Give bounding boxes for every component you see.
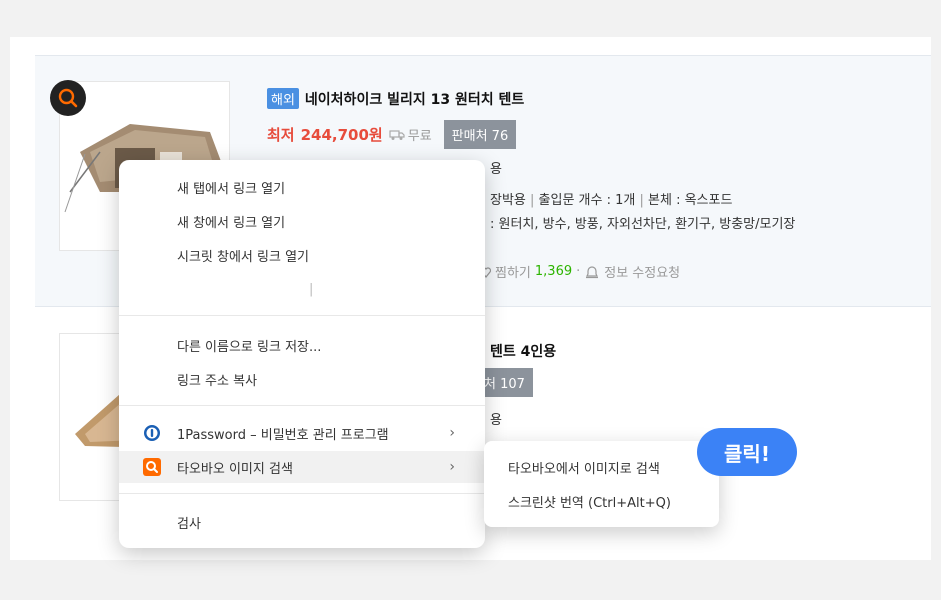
menu-divider	[119, 493, 485, 494]
bell-icon	[586, 265, 599, 278]
wishlist-label[interactable]: 찜하기	[495, 262, 531, 281]
menu-item-label: 새 창에서 링크 열기	[177, 215, 286, 231]
wishlist-count: 1,369	[534, 264, 573, 279]
text-cursor: |	[309, 282, 314, 297]
search-icon	[58, 88, 78, 108]
taobao-submenu: 타오바오에서 이미지로 검색 스크린샷 번역 (Ctrl+Alt+Q)	[484, 441, 719, 527]
menu-open-incognito[interactable]: 시크릿 창에서 링크 열기	[119, 239, 485, 271]
click-callout: 클릭!	[697, 428, 797, 476]
spec-material: 본체 : 옥스포드	[648, 193, 733, 208]
menu-divider	[119, 405, 485, 406]
menu-open-new-tab[interactable]: 새 탭에서 링크 열기	[119, 171, 485, 203]
menu-copy-link[interactable]: 링크 주소 복사	[119, 363, 485, 395]
truck-icon	[389, 129, 405, 140]
price-row: 최저 244,700원 무료 판매처 76	[267, 120, 517, 149]
chevron-right-icon: ›	[449, 425, 455, 441]
1password-icon	[143, 424, 161, 442]
menu-1password[interactable]: 1Password – 비밀번호 관리 프로그램 ›	[119, 417, 485, 449]
menu-taobao-image-search[interactable]: 타오바오 이미지 검색 ›	[119, 451, 485, 483]
menu-open-new-window[interactable]: 새 창에서 링크 열기	[119, 205, 485, 237]
menu-item-label: 새 탭에서 링크 열기	[177, 181, 286, 197]
spec-line-options: : 원터치, 방수, 방풍, 자외선차단, 환기구, 방충망/모기장	[490, 217, 796, 232]
spec-line-category: 용	[490, 162, 502, 177]
report-link[interactable]: 정보 수정요청	[604, 262, 680, 281]
image-search-badge[interactable]	[50, 80, 86, 116]
seller-count-button[interactable]: 판매처 76	[443, 120, 517, 149]
menu-inspect[interactable]: 검사	[119, 506, 485, 538]
menu-item-label: 링크 주소 복사	[177, 373, 258, 389]
submenu-item-label: 타오바오에서 이미지로 검색	[508, 461, 660, 477]
chevron-right-icon: ›	[449, 459, 455, 475]
product-title[interactable]: 네이처하이크 빌리지 13 원터치 텐트	[305, 89, 524, 109]
submenu-item-label: 스크린샷 번역 (Ctrl+Alt+Q)	[508, 495, 671, 511]
menu-item-label: 타오바오 이미지 검색	[177, 461, 293, 477]
overseas-badge: 해외	[267, 88, 299, 109]
product-title[interactable]: 텐트 4인용	[490, 341, 556, 361]
context-menu: 새 탭에서 링크 열기 새 창에서 링크 열기 시크릿 창에서 링크 열기 | …	[119, 160, 485, 548]
product-title-row: 해외 네이처하이크 빌리지 13 원터치 텐트	[267, 88, 524, 109]
menu-save-link-as[interactable]: 다른 이름으로 링크 저장...	[119, 329, 485, 361]
submenu-screenshot-translate[interactable]: 스크린샷 번역 (Ctrl+Alt+Q)	[484, 485, 719, 517]
menu-item-label: 다른 이름으로 링크 저장...	[177, 339, 322, 355]
shipping-label: 무료	[407, 129, 432, 144]
price-value[interactable]: 244,700원	[301, 124, 383, 145]
spec-doors: 출입문 개수 : 1개	[538, 193, 636, 208]
taobao-icon	[143, 458, 161, 476]
product-actions: 찜하기 1,369 · 정보 수정요청	[481, 262, 680, 281]
shipping-info: 무료	[389, 125, 432, 144]
menu-item-label: 1Password – 비밀번호 관리 프로그램	[177, 427, 389, 443]
spec-use: 장박용	[490, 193, 526, 208]
price-label: 최저	[267, 126, 295, 144]
submenu-search-by-image[interactable]: 타오바오에서 이미지로 검색	[484, 451, 719, 483]
menu-divider	[119, 315, 485, 316]
menu-item-label: 시크릿 창에서 링크 열기	[177, 249, 309, 265]
spec-line-category: 용	[490, 413, 502, 428]
spec-line-features: 장박용 | 출입문 개수 : 1개 | 본체 : 옥스포드	[490, 193, 733, 208]
menu-item-label: 검사	[177, 516, 201, 532]
